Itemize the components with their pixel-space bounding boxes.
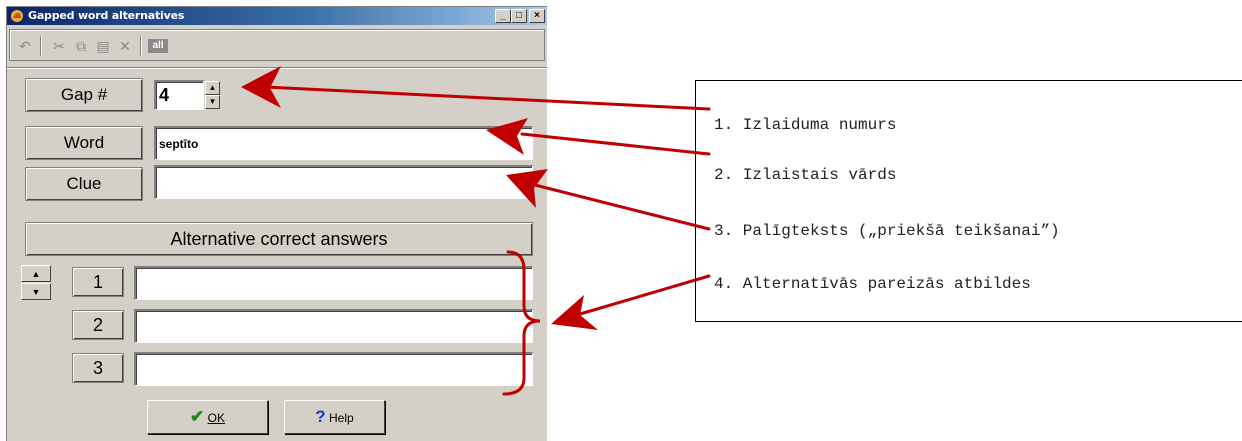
arrowhead-icon-4 xyxy=(551,295,598,330)
arrow-line-2 xyxy=(520,132,711,156)
arrow-line-1 xyxy=(263,85,711,111)
bracket-icon xyxy=(502,250,541,396)
arrowhead-icon-3 xyxy=(506,169,548,208)
arrow-line-4 xyxy=(578,274,711,316)
annotation-arrows xyxy=(241,66,711,396)
arrow-line-3 xyxy=(533,183,711,231)
arrowhead-icon-2 xyxy=(486,118,528,155)
